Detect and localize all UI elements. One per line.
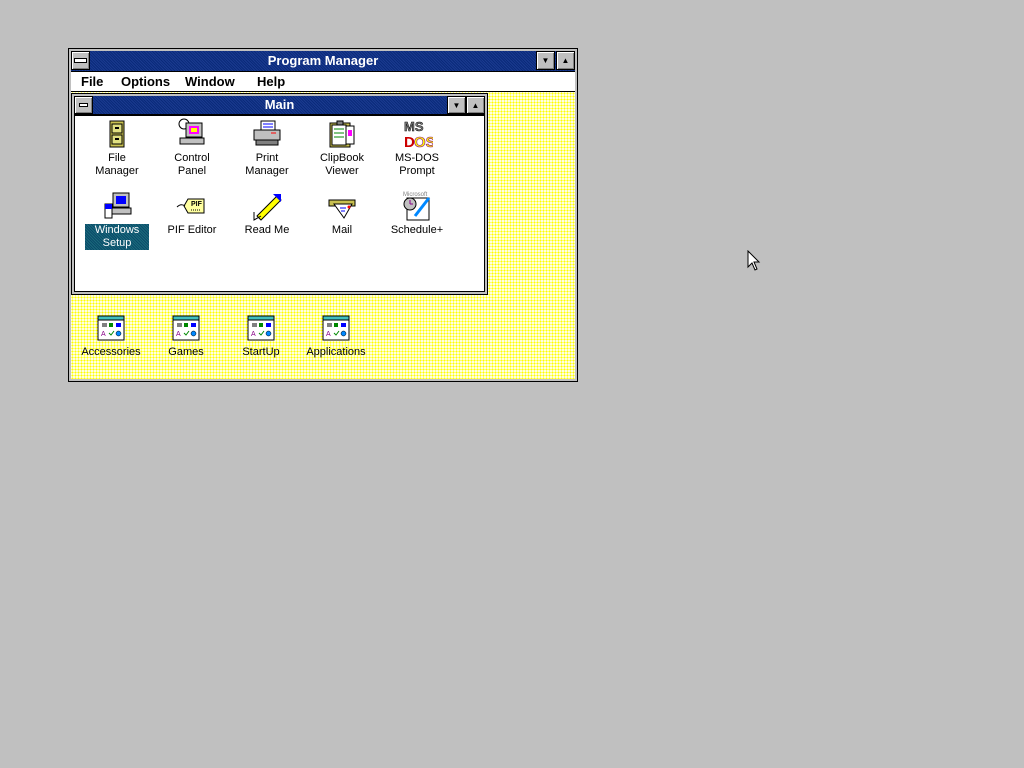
program-item-ms-dos-prompt[interactable]: MSDOSMS-DOS Prompt — [377, 118, 457, 178]
program-item-schedule-[interactable]: Microsoft Schedule+ — [377, 190, 457, 237]
icon-label: Applications — [306, 346, 366, 358]
group-icon-startup[interactable]: A StartUp — [221, 312, 301, 359]
window-title: Program Manager — [267, 53, 379, 68]
menu-help[interactable]: Help — [257, 74, 285, 89]
clipbook-icon — [329, 120, 355, 148]
svg-text:Microsoft: Microsoft — [403, 192, 428, 198]
group-icon: A — [322, 315, 350, 341]
icon-label: Games — [168, 346, 204, 358]
windows-setup-icon — [104, 192, 132, 219]
system-menu-button[interactable] — [71, 51, 90, 70]
icon-label: Windows Setup — [85, 224, 149, 250]
program-item-clipbook-viewer[interactable]: ClipBook Viewer — [302, 118, 382, 178]
icon-label: Mail — [331, 224, 353, 236]
printer-icon — [253, 120, 281, 146]
svg-text:PIF: PIF — [191, 201, 203, 208]
pif-tag-icon: PIF — [176, 198, 205, 214]
icon-label: Control Panel — [174, 152, 210, 177]
mouse-cursor-icon — [747, 250, 761, 271]
main-system-menu-button[interactable] — [74, 96, 93, 114]
program-item-windows-setup[interactable]: Windows Setup — [77, 190, 157, 250]
program-item-print-manager[interactable]: Print Manager — [227, 118, 307, 178]
icon-label: MS-DOS Prompt — [395, 152, 439, 177]
main-title-bar[interactable]: Main — [74, 96, 485, 115]
main-minimize-button[interactable]: ▼ — [447, 96, 466, 114]
msdos-icon: MSDOS — [404, 119, 433, 150]
svg-text:MS: MS — [404, 119, 424, 134]
program-item-mail[interactable]: Mail — [302, 190, 382, 237]
file-cabinet-icon — [109, 120, 125, 148]
icon-label: StartUp — [242, 346, 280, 358]
group-icon-games[interactable]: A Games — [146, 312, 226, 359]
main-group-window: Main ▼ ▲ File Manager Control Panel Print … — [71, 93, 488, 295]
group-icon-applications[interactable]: A Applications — [296, 312, 376, 359]
program-item-read-me[interactable]: Read Me — [227, 190, 307, 237]
icon-label: Read Me — [244, 224, 290, 236]
program-item-pif-editor[interactable]: PIF PIF Editor — [152, 190, 232, 237]
program-manager-workspace: Main ▼ ▲ File Manager Control Panel Print … — [71, 92, 575, 379]
icon-label: Schedule+ — [390, 224, 444, 236]
menu-file[interactable]: File — [81, 74, 103, 89]
program-item-file-manager[interactable]: File Manager — [77, 118, 157, 178]
svg-text:A: A — [251, 331, 256, 338]
group-icon: A — [172, 315, 200, 341]
mail-icon — [328, 199, 356, 219]
icon-label: File Manager — [95, 152, 139, 177]
main-title: Main — [264, 97, 295, 112]
group-icon-accessories[interactable]: A Accessories — [71, 312, 151, 359]
minimize-button[interactable]: ▼ — [536, 51, 555, 70]
svg-text:A: A — [176, 331, 181, 338]
schedule-icon: Microsoft — [403, 192, 431, 221]
menu-options[interactable]: Options — [121, 74, 170, 89]
pen-icon — [253, 194, 282, 221]
program-item-control-panel[interactable]: Control Panel — [152, 118, 232, 178]
main-group-content: File Manager Control Panel Print Manager Cl… — [74, 115, 485, 292]
icon-label: Print Manager — [245, 152, 289, 177]
program-manager-title-bar[interactable]: Program Manager — [71, 51, 575, 72]
group-icon: A — [247, 315, 275, 341]
group-icon: A — [97, 315, 125, 341]
svg-text:A: A — [101, 331, 106, 338]
menu-bar: File Options Window Help — [71, 72, 575, 92]
maximize-button[interactable]: ▲ — [556, 51, 575, 70]
icon-label: Accessories — [81, 346, 141, 358]
program-manager-window: Program Manager ▼ ▲ File Options Window … — [68, 48, 578, 382]
icon-label: ClipBook Viewer — [319, 152, 365, 177]
main-maximize-button[interactable]: ▲ — [466, 96, 485, 114]
icon-label: PIF Editor — [167, 224, 217, 236]
control-panel-icon — [178, 118, 205, 145]
menu-window[interactable]: Window — [185, 74, 235, 89]
svg-text:A: A — [326, 331, 331, 338]
svg-text:OS: OS — [414, 134, 433, 150]
